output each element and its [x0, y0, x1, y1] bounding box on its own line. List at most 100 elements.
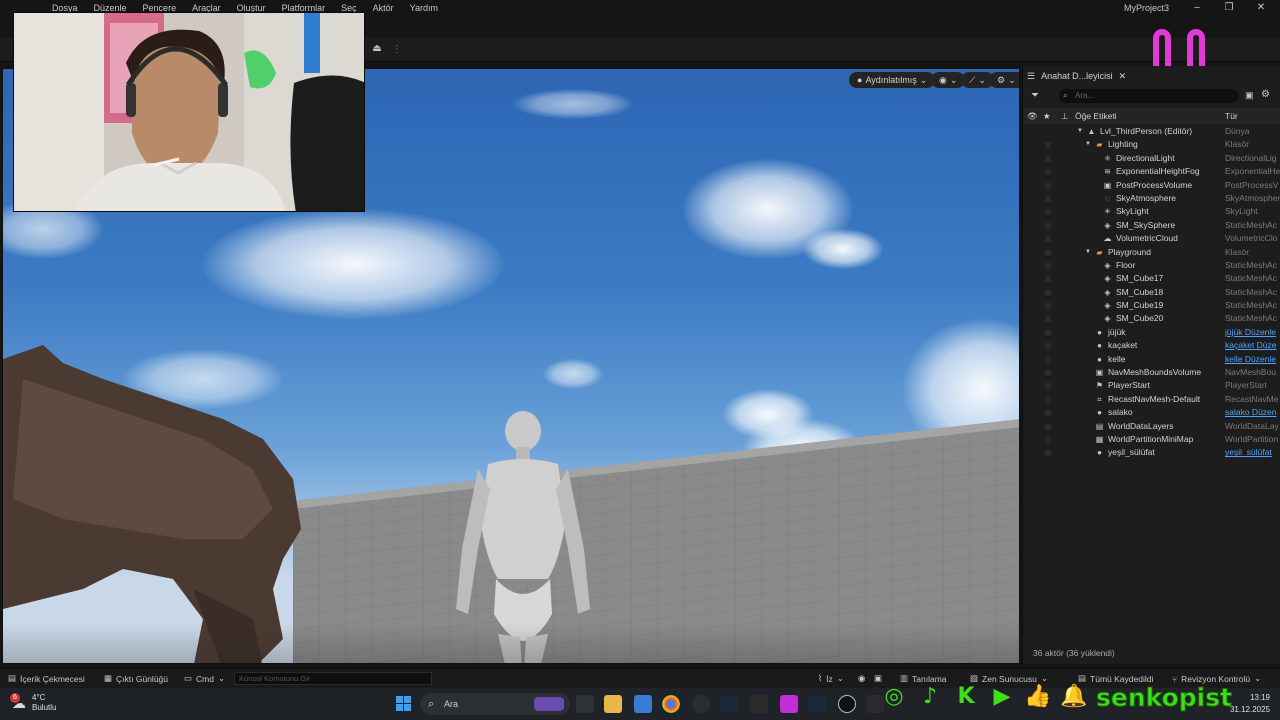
outliner-row[interactable]: ▼ ▰ Playground Klasör [1023, 246, 1280, 259]
outliner-row[interactable]: ▣ PostProcessVolume PostProcessV [1023, 179, 1280, 192]
outliner-row[interactable]: ◈ SM_Cube17 StaticMeshAc [1023, 272, 1280, 285]
visibility-toggle-icon[interactable] [1045, 436, 1051, 443]
outliner-row[interactable]: ● kelle kelle Düzenle [1023, 353, 1280, 366]
expand-arrow-icon[interactable]: ▼ [1085, 138, 1091, 151]
outliner-row[interactable]: ▤ WorldDataLayers WorldDataLay [1023, 420, 1280, 433]
steam-icon[interactable] [720, 695, 738, 713]
weather-widget[interactable]: ☁ 6 4°C Bulutlu [10, 692, 56, 713]
chrome-icon[interactable] [662, 695, 680, 713]
visibility-toggle-icon[interactable] [1045, 222, 1051, 229]
outliner-row[interactable]: ● yeşil_sülüfat yeşil_sülüfat [1023, 446, 1280, 459]
visibility-toggle-icon[interactable] [1045, 396, 1051, 403]
type-column[interactable]: Tür [1225, 111, 1238, 121]
outliner-row[interactable]: ◈ Floor StaticMeshAc [1023, 259, 1280, 272]
visibility-toggle-icon[interactable] [1045, 169, 1051, 176]
expand-arrow-icon[interactable]: ▼ [1085, 246, 1091, 259]
outliner-row[interactable]: ▼ ▰ Lighting Klasör [1023, 138, 1280, 151]
outliner-row[interactable]: ⌗ RecastNavMesh-Default RecastNavMe [1023, 393, 1280, 406]
restore-icon[interactable]: ❐ [1222, 1, 1236, 15]
visibility-toggle-icon[interactable] [1045, 182, 1051, 189]
outliner-row[interactable]: ◈ SM_Cube19 StaticMeshAc [1023, 299, 1280, 312]
outliner-row[interactable]: ◈ SM_SkySphere StaticMeshAc [1023, 219, 1280, 232]
menu-item[interactable]: Yardım [402, 0, 446, 16]
visibility-toggle-icon[interactable] [1045, 410, 1051, 417]
outliner-row[interactable]: ● jüjük jüjük Düzenle [1023, 326, 1280, 339]
console-input[interactable]: Konsol Komutunu Gir [234, 672, 432, 685]
system-clock[interactable]: 13:19 31.12.2025 [1230, 692, 1270, 716]
content-drawer-button[interactable]: ▤ İçerik Çekmecesi [8, 673, 85, 684]
eject-icon[interactable]: ⏏ [370, 43, 384, 57]
viewport-settings-button[interactable]: ⚙ ⌄ [989, 72, 1019, 88]
outliner-row[interactable]: ≋ ExponentialHeightFog ExponentialHe [1023, 165, 1280, 178]
edit-blueprint-link[interactable]: yeşil_sülüfat [1225, 446, 1280, 459]
visibility-toggle-icon[interactable] [1045, 370, 1051, 377]
edit-blueprint-link[interactable]: salako Düzen [1225, 406, 1280, 419]
task-view-icon[interactable] [576, 695, 594, 713]
menu-item[interactable]: Aktör [365, 0, 402, 16]
outliner-row[interactable]: ⚑ PlayerStart PlayerStart [1023, 379, 1280, 392]
visibility-column-icon[interactable]: 👁 [1027, 111, 1038, 122]
search-icon: ⌕ [428, 698, 435, 710]
app-icon[interactable] [692, 695, 710, 713]
trace-button[interactable]: ⌇ İz ⌄ [818, 673, 844, 684]
outliner-row[interactable]: ☁ VolumetricCloud VolumetricClo [1023, 232, 1280, 245]
outliner-row[interactable]: ◈ SM_Cube18 StaticMeshAc [1023, 286, 1280, 299]
outliner-row[interactable]: ✳ DirectionalLight DirectionalLig [1023, 152, 1280, 165]
visibility-toggle-icon[interactable] [1045, 356, 1051, 363]
outliner-row[interactable]: ▼ ▲ Lvl_ThirdPerson (Editör) Dünya [1023, 125, 1280, 138]
cube-icon: ◈ [1104, 220, 1111, 230]
lighting-mode-button[interactable]: ● Aydınlatılmış ⌄ [849, 72, 936, 88]
expand-arrow-icon[interactable]: ▼ [1077, 125, 1083, 138]
visibility-toggle-icon[interactable] [1045, 423, 1051, 430]
epic-games-icon[interactable] [750, 695, 768, 713]
visibility-toggle-icon[interactable] [1045, 195, 1051, 202]
file-explorer-icon[interactable] [604, 695, 622, 713]
pin-column-icon[interactable]: ⊥ [1061, 111, 1068, 122]
outliner-row[interactable]: ● salako salako Düzen [1023, 406, 1280, 419]
visibility-toggle-icon[interactable] [1045, 329, 1051, 336]
close-tab-icon[interactable]: ✕ [1119, 71, 1127, 82]
edit-blueprint-link[interactable]: kelle Düzenle [1225, 353, 1280, 366]
toolbar-grip-icon[interactable]: ⋮ [392, 44, 402, 56]
outliner-row[interactable]: ◌ SkyAtmosphere SkyAtmosphere [1023, 192, 1280, 205]
visibility-toggle-icon[interactable] [1045, 303, 1051, 310]
purple-app-icon[interactable] [780, 695, 798, 713]
item-label-column[interactable]: Öğe Etiketi [1075, 111, 1117, 121]
outliner-row[interactable]: ▣ NavMeshBoundsVolume NavMeshBou [1023, 366, 1280, 379]
output-log-button[interactable]: ▦ Çıktı Günlüğü [104, 673, 168, 684]
edit-blueprint-link[interactable]: kaçaket Düze [1225, 339, 1280, 352]
visibility-toggle-icon[interactable] [1045, 343, 1051, 350]
settings-gear-icon[interactable]: ⚙ [1261, 89, 1270, 100]
visibility-toggle-icon[interactable] [1045, 142, 1051, 149]
visibility-toggle-icon[interactable] [1045, 262, 1051, 269]
cmd-dropdown[interactable]: ▭ Cmd ⌄ [184, 673, 225, 684]
edit-blueprint-link[interactable]: jüjük Düzenle [1225, 326, 1280, 339]
minimize-icon[interactable]: – [1190, 1, 1204, 15]
store-icon[interactable] [634, 695, 652, 713]
outliner-row[interactable]: ◈ SM_Cube20 StaticMeshAc [1023, 312, 1280, 325]
steam-alt-icon[interactable] [808, 695, 826, 713]
filter-icon[interactable]: ⏷ [1031, 90, 1039, 101]
tab-outliner[interactable]: ☰ Anahat D...leyicisi ✕ [1027, 68, 1126, 84]
visibility-toggle-icon[interactable] [1045, 383, 1051, 390]
taskbar-search[interactable]: ⌕ Ara [420, 693, 570, 715]
visibility-toggle-icon[interactable] [1045, 450, 1051, 457]
creature-model[interactable] [3, 339, 313, 664]
close-icon[interactable]: ✕ [1254, 1, 1268, 15]
outliner-row[interactable]: ▦ WorldPartitionMiniMap WorldPartition [1023, 433, 1280, 446]
outliner-row[interactable]: ☀ SkyLight SkyLight [1023, 205, 1280, 218]
add-folder-icon[interactable]: ▣ [1245, 90, 1254, 101]
visibility-toggle-icon[interactable] [1045, 276, 1051, 283]
windows-start-icon[interactable] [396, 696, 412, 712]
visibility-toggle-icon[interactable] [1045, 316, 1051, 323]
outliner-search-input[interactable]: ⌕ Ara... [1059, 89, 1239, 103]
visibility-toggle-icon[interactable] [1045, 289, 1051, 296]
visibility-toggle-icon[interactable] [1045, 209, 1051, 216]
favorite-column-icon[interactable]: ★ [1043, 111, 1051, 122]
unreal-engine-icon[interactable] [838, 695, 856, 713]
visibility-toggle-icon[interactable] [1045, 155, 1051, 162]
outliner-row[interactable]: ● kaçaket kaçaket Düze [1023, 339, 1280, 352]
visibility-toggle-icon[interactable] [1045, 249, 1051, 256]
record-icon[interactable]: ◉ [858, 673, 865, 684]
visibility-toggle-icon[interactable] [1045, 236, 1051, 243]
